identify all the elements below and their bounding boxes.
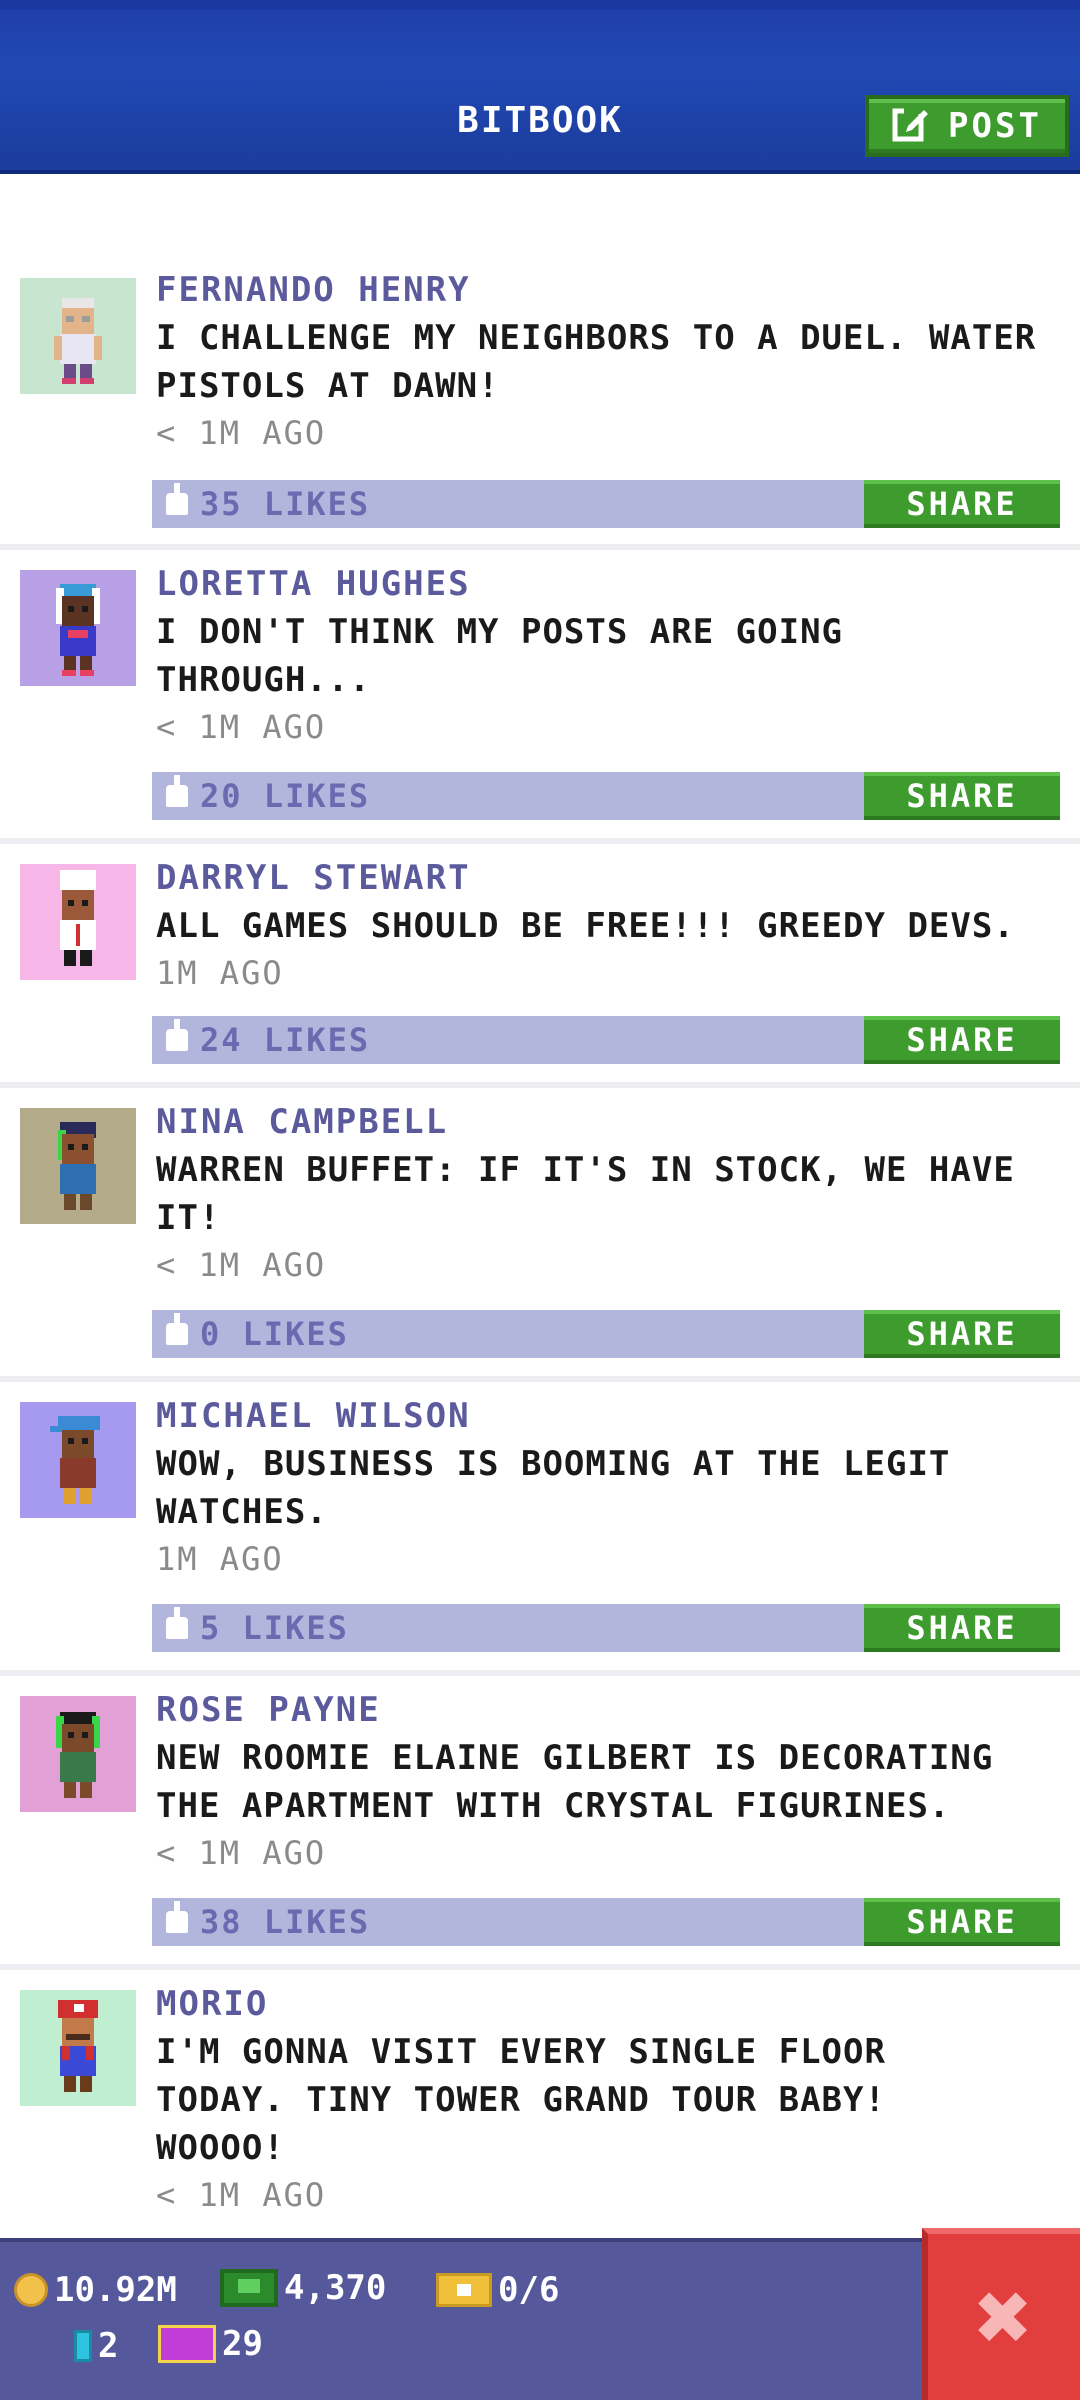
post-time: < 1M AGO — [156, 414, 327, 452]
post-message: I'M GONNA VISIT EVERY SINGLE FLOOR TODAY… — [156, 2032, 886, 2168]
post-author: MORIO — [156, 1984, 269, 2024]
avatar — [20, 278, 136, 394]
avatar — [20, 1990, 136, 2106]
avatar — [20, 570, 136, 686]
like-bar[interactable]: 20 LIKES — [152, 772, 866, 820]
post-message: I CHALLENGE MY NEIGHBORS TO A DUEL. WATE… — [156, 318, 1037, 406]
share-button[interactable]: SHARE — [864, 1016, 1060, 1064]
post-time: 1M AGO — [156, 954, 284, 992]
post-time: 1M AGO — [156, 1540, 284, 1578]
battery-value: 2 — [98, 2326, 119, 2366]
post-author: ROSE PAYNE — [156, 1690, 381, 1730]
feed-post: ROSE PAYNE NEW ROOMIE ELAINE GILBERT IS … — [0, 1676, 1080, 1970]
feed-post: MICHAEL WILSON WOW, BUSINESS IS BOOMING … — [0, 1382, 1080, 1676]
feed-post: DARRYL STEWART ALL GAMES SHOULD BE FREE!… — [0, 844, 1080, 1088]
feed-list[interactable]: FERNANDO HENRY I CHALLENGE MY NEIGHBORS … — [0, 174, 1080, 2238]
post-message: WARREN BUFFET: IF IT'S IN STOCK, WE HAVE… — [156, 1150, 1015, 1238]
post-message: I DON'T THINK MY POSTS ARE GOING THROUGH… — [156, 612, 844, 700]
like-bar[interactable]: 24 LIKES — [152, 1016, 866, 1064]
like-count: 38 LIKES — [200, 1903, 371, 1941]
post-message: NEW ROOMIE ELAINE GILBERT IS DECORATING … — [156, 1738, 994, 1826]
thumbs-up-icon — [166, 1313, 188, 1345]
coins-counter: 10.92M — [14, 2270, 177, 2310]
feed-post: FERNANDO HENRY I CHALLENGE MY NEIGHBORS … — [0, 174, 1080, 550]
avatar — [20, 1402, 136, 1518]
coins-value: 10.92M — [54, 2270, 177, 2310]
share-button[interactable]: SHARE — [864, 480, 1060, 528]
tickets-value: 0/6 — [498, 2270, 560, 2310]
like-count: 5 LIKES — [200, 1609, 349, 1647]
bux-value: 4,370 — [284, 2268, 387, 2308]
thumbs-up-icon — [166, 1019, 188, 1051]
bux-counter: 4,370 — [220, 2268, 386, 2308]
resource-bar: 10.92M 4,370 0/6 2 29 — [0, 2238, 1080, 2400]
feed-post: NINA CAMPBELL WARREN BUFFET: IF IT'S IN … — [0, 1088, 1080, 1382]
like-bar[interactable]: 5 LIKES — [152, 1604, 866, 1652]
post-time: < 1M AGO — [156, 2176, 327, 2214]
share-button[interactable]: SHARE — [864, 1604, 1060, 1652]
post-button-label: POST — [948, 106, 1042, 146]
feed-post: MORIO I'M GONNA VISIT EVERY SINGLE FLOOR… — [0, 1970, 1080, 2238]
avatar — [20, 1696, 136, 1812]
battery-icon — [74, 2330, 92, 2362]
like-count: 35 LIKES — [200, 485, 371, 523]
post-author: MICHAEL WILSON — [156, 1396, 471, 1436]
thumbs-up-icon — [166, 1901, 188, 1933]
like-bar[interactable]: 0 LIKES — [152, 1310, 866, 1358]
avatar — [20, 1108, 136, 1224]
share-button[interactable]: SHARE — [864, 1310, 1060, 1358]
post-time: < 1M AGO — [156, 708, 327, 746]
post-time: < 1M AGO — [156, 1834, 327, 1872]
close-icon: ✖ — [975, 2261, 1033, 2373]
thumbs-up-icon — [166, 775, 188, 807]
vip-value: 29 — [222, 2324, 263, 2364]
tickets-counter: 0/6 — [436, 2270, 559, 2310]
bux-icon — [220, 2269, 278, 2307]
edit-icon — [892, 102, 932, 151]
thumbs-up-icon — [166, 483, 188, 515]
post-author: NINA CAMPBELL — [156, 1102, 449, 1142]
post-author: FERNANDO HENRY — [156, 270, 471, 310]
post-message: WOW, BUSINESS IS BOOMING AT THE LEGIT WA… — [156, 1444, 951, 1532]
share-button[interactable]: SHARE — [864, 1898, 1060, 1946]
vip-counter: 29 — [158, 2324, 263, 2364]
feed-post: LORETTA HUGHES I DON'T THINK MY POSTS AR… — [0, 550, 1080, 844]
status-strip — [0, 0, 1080, 10]
post-message: ALL GAMES SHOULD BE FREE!!! GREEDY DEVS. — [156, 906, 1015, 946]
coin-icon — [14, 2273, 48, 2307]
header-bar: BITBOOK POST — [0, 0, 1080, 174]
post-author: LORETTA HUGHES — [156, 564, 471, 604]
like-bar[interactable]: 35 LIKES — [152, 480, 866, 528]
ticket-icon — [436, 2273, 492, 2307]
avatar — [20, 864, 136, 980]
post-time: < 1M AGO — [156, 1246, 327, 1284]
battery-counter: 2 — [74, 2326, 118, 2366]
like-count: 0 LIKES — [200, 1315, 349, 1353]
like-bar[interactable]: 38 LIKES — [152, 1898, 866, 1946]
vip-card-icon — [158, 2325, 216, 2363]
thumbs-up-icon — [166, 1607, 188, 1639]
share-button[interactable]: SHARE — [864, 772, 1060, 820]
post-button[interactable]: POST — [865, 95, 1069, 157]
like-count: 20 LIKES — [200, 777, 371, 815]
post-author: DARRYL STEWART — [156, 858, 471, 898]
like-count: 24 LIKES — [200, 1021, 371, 1059]
close-button[interactable]: ✖ — [922, 2228, 1080, 2400]
bitbook-screen: BITBOOK POST FERNANDO HENRY I CHALLENGE … — [0, 0, 1080, 2400]
